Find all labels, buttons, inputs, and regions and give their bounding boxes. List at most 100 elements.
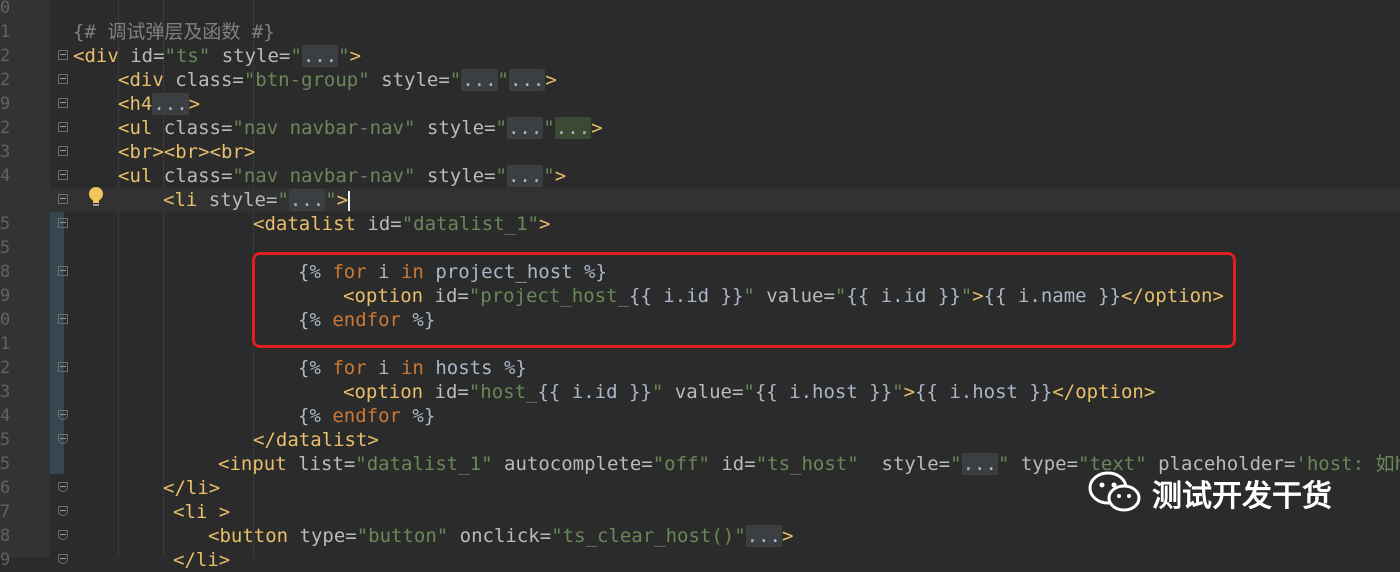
folded-region-placeholder[interactable]: ... bbox=[961, 453, 998, 475]
fold-toggle-icon[interactable] bbox=[58, 266, 68, 276]
code-token: > bbox=[781, 525, 794, 547]
code-token: " bbox=[495, 117, 507, 139]
line-number: 2 bbox=[0, 46, 11, 66]
code-token: > bbox=[188, 93, 201, 115]
code-token: " bbox=[277, 189, 289, 211]
code-token: " bbox=[495, 165, 507, 187]
fold-toggle-icon[interactable] bbox=[58, 218, 68, 228]
fold-toggle-icon[interactable] bbox=[58, 530, 68, 540]
code-token: id= bbox=[367, 213, 402, 235]
line-number: 6 bbox=[0, 478, 11, 498]
fold-toggle-icon[interactable] bbox=[58, 122, 68, 132]
code-token: > bbox=[336, 189, 349, 211]
folded-region-placeholder[interactable]: ... bbox=[506, 117, 544, 139]
code-token: for bbox=[332, 357, 367, 379]
code-token: class= bbox=[175, 69, 244, 91]
code-token: id= bbox=[709, 453, 756, 475]
code-token: {# 调试弹层及函数 #} bbox=[73, 21, 275, 43]
code-token: value= bbox=[663, 381, 744, 403]
line-number: 4 bbox=[0, 166, 11, 186]
code-token: <div bbox=[118, 69, 176, 91]
code-token: "button" bbox=[356, 525, 449, 547]
line-number: 5 bbox=[0, 454, 11, 474]
fold-toggle-icon[interactable] bbox=[58, 482, 68, 492]
code-token: autocomplete= bbox=[492, 453, 653, 475]
line-number: 0 bbox=[0, 0, 11, 18]
code-token: {{ i.id }} bbox=[537, 381, 652, 403]
text-caret bbox=[348, 190, 351, 211]
line-number: 5 bbox=[0, 238, 11, 258]
code-token: endfor bbox=[332, 405, 401, 427]
code-token: > bbox=[554, 165, 567, 187]
code-token: id= bbox=[130, 45, 165, 67]
code-token: " bbox=[543, 117, 555, 139]
fold-toggle-icon[interactable] bbox=[58, 362, 68, 372]
code-token: {% bbox=[298, 357, 333, 379]
code-token: "datalist_1" bbox=[355, 453, 493, 475]
fold-toggle-icon[interactable] bbox=[58, 98, 68, 108]
code-token: > bbox=[903, 381, 916, 403]
line-number: 2 bbox=[0, 70, 11, 90]
lightbulb-icon[interactable] bbox=[87, 186, 105, 208]
code-token: > bbox=[591, 117, 603, 139]
fold-toggle-icon[interactable] bbox=[58, 434, 68, 444]
code-token: > bbox=[349, 45, 362, 67]
line-number: 2 bbox=[0, 358, 11, 378]
code-token: <div bbox=[73, 45, 131, 67]
fold-toggle-icon[interactable] bbox=[58, 314, 68, 324]
code-token: "off" bbox=[652, 453, 710, 475]
folded-region-placeholder[interactable]: ... bbox=[461, 69, 498, 91]
fold-toggle-icon[interactable] bbox=[58, 554, 68, 564]
code-token: <datalist bbox=[253, 213, 368, 235]
code-token: <li > bbox=[173, 501, 231, 523]
code-token: <ul bbox=[118, 165, 164, 187]
code-token: </option> bbox=[1052, 381, 1156, 403]
fold-toggle-icon[interactable] bbox=[58, 50, 68, 60]
code-token: <input bbox=[218, 453, 299, 475]
code-token: style= bbox=[415, 117, 496, 139]
folded-region-placeholder[interactable]: ... bbox=[745, 525, 782, 547]
line-number: 1 bbox=[0, 22, 11, 42]
code-token: "host_ bbox=[468, 381, 538, 403]
fold-toggle-icon[interactable] bbox=[58, 410, 68, 420]
code-token: "btn-group" bbox=[243, 69, 370, 91]
line-number: 2 bbox=[0, 118, 11, 138]
fold-toggle-icon[interactable] bbox=[58, 146, 68, 156]
line-number: 7 bbox=[0, 502, 11, 522]
code-token: "ts" bbox=[164, 45, 211, 67]
watermark: 测试开发干货 bbox=[1086, 470, 1332, 516]
code-token: type= bbox=[299, 525, 357, 547]
fold-toggle-icon[interactable] bbox=[58, 194, 68, 204]
code-token: " bbox=[449, 69, 462, 91]
code-token: " bbox=[338, 45, 350, 67]
code-token: {{ i.host }} bbox=[915, 381, 1053, 403]
code-token: "datalist_1" bbox=[401, 213, 539, 235]
fold-toggle-icon[interactable] bbox=[58, 74, 68, 84]
line-number: 5 bbox=[0, 214, 11, 234]
code-token: {% bbox=[298, 405, 333, 427]
folded-region-placeholder[interactable]: ... bbox=[554, 117, 592, 139]
code-line[interactable]: <li style="..."> bbox=[0, 188, 1400, 212]
code-token: " bbox=[892, 381, 904, 403]
folded-region-placeholder[interactable]: ... bbox=[301, 45, 339, 67]
code-token: %} bbox=[400, 405, 436, 427]
code-token: " bbox=[997, 453, 1010, 475]
folded-region-placeholder[interactable]: ... bbox=[288, 189, 326, 211]
code-token: " bbox=[950, 453, 962, 475]
code-token: > bbox=[539, 213, 551, 235]
code-token: <ul bbox=[118, 117, 164, 139]
fold-toggle-icon[interactable] bbox=[58, 170, 68, 180]
fold-toggle-icon[interactable] bbox=[58, 506, 68, 516]
folded-region-placeholder[interactable]: ... bbox=[152, 93, 189, 115]
line-number: 8 bbox=[0, 526, 11, 546]
code-token: "nav navbar-nav" bbox=[232, 165, 416, 187]
code-token: </li> bbox=[173, 549, 231, 571]
code-token: class= bbox=[163, 117, 233, 139]
line-number: 3 bbox=[0, 142, 11, 162]
folded-region-placeholder[interactable]: ... bbox=[506, 165, 544, 187]
folded-region-placeholder[interactable]: ... bbox=[509, 69, 546, 91]
code-token: i bbox=[366, 357, 401, 379]
code-token: <option bbox=[343, 381, 435, 403]
highlight-annotation-box bbox=[252, 252, 1236, 348]
line-number: 5 bbox=[0, 430, 11, 450]
